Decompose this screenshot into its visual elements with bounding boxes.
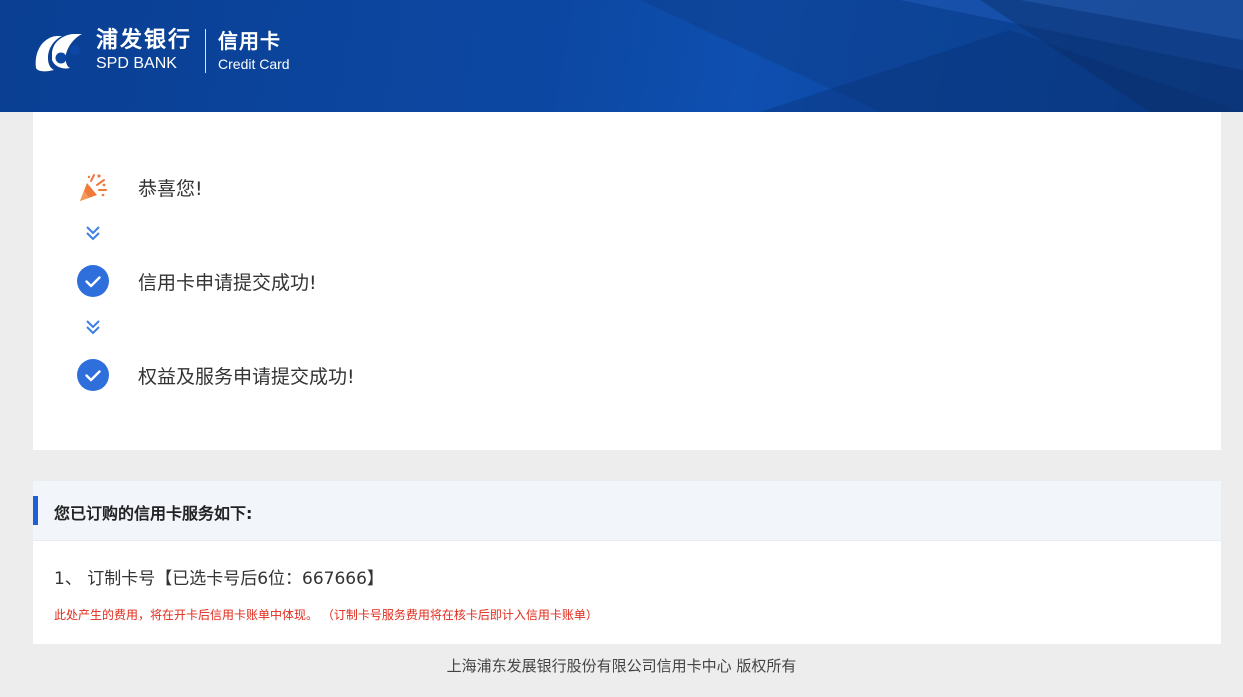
site-header: 浦发银行 SPD BANK 信用卡 Credit Card bbox=[0, 0, 1243, 112]
party-popper-icon bbox=[77, 171, 109, 203]
bank-name-en: SPD BANK bbox=[96, 55, 177, 72]
services-header: 您已订购的信用卡服务如下: bbox=[33, 481, 1221, 541]
service-item: 1、 订制卡号【已选卡号后6位：667666】 bbox=[54, 569, 384, 589]
check-circle-icon bbox=[77, 359, 109, 391]
brand-logo[interactable]: 浦发银行 SPD BANK 信用卡 Credit Card bbox=[32, 27, 290, 75]
logo-divider bbox=[205, 29, 207, 73]
product-name: 信用卡 Credit Card bbox=[218, 28, 290, 74]
double-chevron-down-icon bbox=[86, 320, 100, 335]
section-accent-bar bbox=[33, 496, 38, 525]
step-label: 信用卡申请提交成功! bbox=[138, 271, 317, 294]
check-circle-icon bbox=[77, 265, 109, 297]
footer-copyright: 上海浦东发展银行股份有限公司信用卡中心 版权所有 bbox=[446, 657, 797, 675]
step-benefits-application: 权益及服务申请提交成功! bbox=[77, 359, 355, 391]
services-title: 您已订购的信用卡服务如下: bbox=[54, 504, 253, 523]
application-status-panel: 恭喜您! 信用卡申请提交成功! 权益及服务申请提交成功! bbox=[33, 112, 1221, 450]
product-name-en: Credit Card bbox=[218, 56, 290, 72]
bank-name: 浦发银行 SPD BANK bbox=[96, 28, 192, 74]
subscribed-services-panel: 您已订购的信用卡服务如下: 1、 订制卡号【已选卡号后6位：667666】 此处… bbox=[33, 481, 1221, 644]
product-name-cn: 信用卡 bbox=[218, 29, 282, 53]
bank-name-cn: 浦发银行 bbox=[96, 28, 193, 53]
double-chevron-down-icon bbox=[86, 226, 100, 241]
step-congratulations: 恭喜您! bbox=[77, 171, 203, 203]
spd-logo-icon bbox=[35, 34, 82, 72]
step-label: 恭喜您! bbox=[138, 177, 203, 200]
fee-notice: 此处产生的费用，将在开卡后信用卡账单中体现。 （订制卡号服务费用将在核卡后即计入… bbox=[54, 608, 598, 622]
step-card-application: 信用卡申请提交成功! bbox=[77, 265, 317, 297]
step-label: 权益及服务申请提交成功! bbox=[138, 365, 355, 388]
